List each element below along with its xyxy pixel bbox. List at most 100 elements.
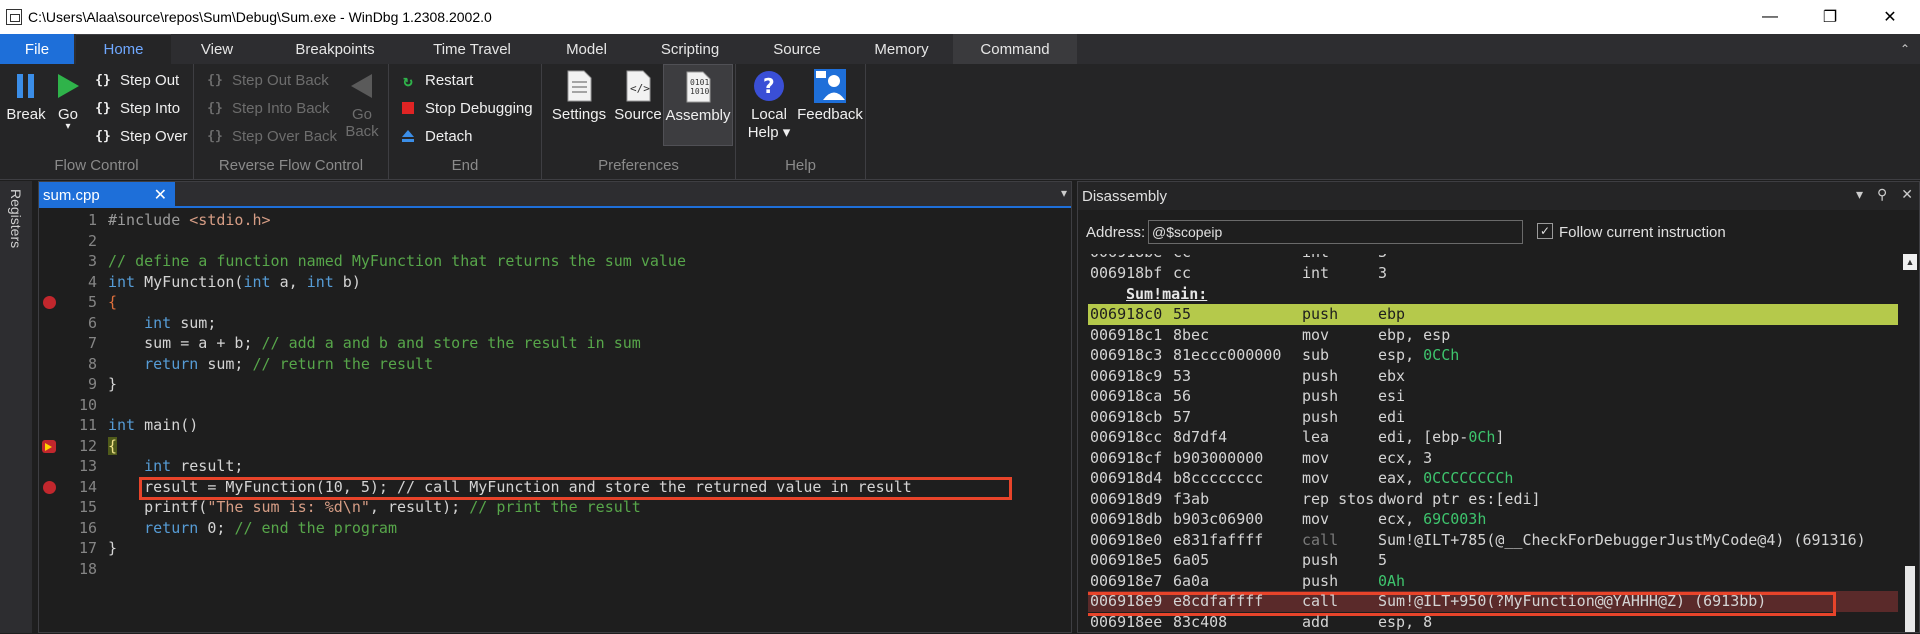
asm-row[interactable]: 006918cf b903000000 mov ecx, 3 [1088,448,1898,469]
asm-row[interactable]: 006918beccint3 [1088,254,1898,263]
follow-instruction-label: Follow current instruction [1559,224,1726,241]
group-label: Help [785,157,816,174]
code-editor[interactable]: 1 #include <stdio.h> 2 3// define a funct… [39,210,1071,579]
source-code-icon: </> [622,70,654,102]
window-title: C:\Users\Alaa\source\repos\Sum\Debug\Sum… [28,9,492,25]
tab-time-travel[interactable]: Time Travel [407,34,537,64]
code-line: 3// define a function named MyFunction t… [87,252,686,270]
go-dropdown-icon[interactable]: ▾ [65,122,70,132]
code-line: 2 [87,231,97,250]
step-out-button[interactable]: {} Step Out [94,68,179,92]
source-button[interactable]: </> Source [610,64,666,123]
code-line: 10 [78,395,97,414]
pane-menu-dropdown-icon[interactable]: ▾ [1856,186,1863,203]
address-label: Address: [1086,224,1146,241]
step-into-back-button[interactable]: {} Step Into Back [206,96,329,120]
feedback-button[interactable]: Feedback [796,64,864,123]
asm-row[interactable]: 006918db b903c06900 mov ecx, 69C003h [1088,509,1898,530]
disassembly-listing[interactable]: 006918beccint3 006918bfccint3 Sum!main: … [1088,254,1898,634]
tab-model[interactable]: Model [537,34,636,64]
asm-row[interactable]: 006918cc 8d7df4 lea edi, [ebp-0Ch] [1088,427,1898,448]
svg-text:0101: 0101 [690,78,709,87]
asm-row[interactable]: 006918ee 83c408 add esp, 8 [1088,612,1898,633]
tab-home[interactable]: Home [76,34,171,64]
source-tab-strip: sum.cpp ✕ ▾ [39,182,1071,208]
group-label: Preferences [598,157,679,174]
address-input[interactable] [1148,220,1523,244]
maximize-button[interactable]: ❐ [1800,0,1860,34]
follow-instruction-checkbox[interactable]: ✓ [1537,223,1553,239]
asm-row[interactable]: 006918e7 6a0a push 0Ah [1088,571,1898,592]
tab-list-dropdown-icon[interactable]: ▾ [1061,186,1067,200]
settings-button[interactable]: Settings [550,64,608,123]
tab-view[interactable]: View [171,34,263,64]
svg-text:1010: 1010 [690,87,709,96]
asm-row[interactable]: 006918c1 8bec mov ebp, esp [1088,325,1898,346]
asm-row[interactable]: 006918e5 6a05 push 5 [1088,550,1898,571]
step-out-back-button[interactable]: {} Step Out Back [206,68,329,92]
registers-tab[interactable]: Registers [8,189,24,248]
stop-debugging-button[interactable]: Stop Debugging [399,96,533,120]
scroll-up-icon[interactable]: ▲ [1903,254,1917,270]
asm-row[interactable]: 006918bf cc int 3 [1088,263,1898,284]
step-over-button[interactable]: {} Step Over [94,124,187,148]
step-over-icon: {} [95,128,111,144]
assembly-button[interactable]: 0101 1010 Assembly [663,64,733,146]
asm-row[interactable]: 006918d4 b8cccccccc mov eax, 0CCCCCCCCh [1088,468,1898,489]
step-over-back-button[interactable]: {} Step Over Back [206,124,337,148]
code-line: 13 int result; [78,457,244,475]
play-icon [52,70,84,102]
asm-row-current[interactable]: 006918c0 55 push ebp [1088,304,1898,325]
tab-source[interactable]: Source [744,34,850,64]
code-line: 5{ [39,292,1071,313]
group-label: End [451,157,479,174]
disassembly-header: Disassembly ▾ ⚲ ✕ [1078,182,1919,210]
pause-icon [10,70,42,102]
local-help-button[interactable]: ? Local Help ▾ [744,64,794,141]
group-label: Reverse Flow Control [218,157,364,174]
breakpoint-icon[interactable] [43,480,56,494]
svg-text:</>: </> [630,82,650,95]
tab-file[interactable]: File [0,34,74,64]
tab-command[interactable]: Command [953,34,1077,64]
close-pane-icon[interactable]: ✕ [1901,186,1913,203]
feedback-person-icon [814,69,846,103]
asm-row[interactable]: 006918c9 53 push ebx [1088,366,1898,387]
tab-scripting[interactable]: Scripting [636,34,744,64]
asm-row[interactable]: 006918e0 e831faffff call Sum!@ILT+785(@__Ch… [1088,530,1898,551]
app-icon [6,9,22,25]
settings-document-icon [563,70,595,102]
asm-row[interactable]: 006918cb 57 push edi [1088,407,1898,428]
code-line: 8 return sum; // return the result [87,354,434,373]
close-tab-icon[interactable]: ✕ [154,185,167,205]
asm-row[interactable]: 006918d9 f3ab rep stos dword ptr es:[edi] [1088,489,1898,510]
tab-sum-cpp[interactable]: sum.cpp ✕ [39,182,175,208]
restart-button[interactable]: ↻ Restart [399,68,473,92]
current-instruction-arrow-icon [42,439,56,453]
step-over-back-icon: {} [207,128,223,144]
asm-row[interactable]: 006918c3 81eccc000000 sub esp, 0CCh [1088,345,1898,366]
close-button[interactable]: ✕ [1860,0,1920,34]
group-reverse-flow-control: {} Step Out Back {} Step Into Back {} St… [194,64,389,180]
group-flow-control: Break Go ▾ {} Step Out {} Step Into {} S… [0,64,194,180]
step-into-button[interactable]: {} Step Into [94,96,180,120]
code-line: 16 return 0; // end the program [78,518,397,537]
pin-icon[interactable]: ⚲ [1877,186,1887,203]
vertical-scrollbar[interactable]: ▲ [1903,254,1917,632]
asm-row-highlighted[interactable]: 006918e9 e8cdfaffff call Sum!@ILT+950(?MyFu… [1088,591,1898,616]
go-back-button[interactable]: Go Back [342,64,382,140]
minimize-button[interactable]: — [1740,0,1800,34]
go-button[interactable]: Go ▾ [50,64,86,132]
code-line: 4 int MyFunction(int a, int b) [87,272,361,291]
detach-button[interactable]: Detach [399,124,473,148]
asm-row[interactable]: 006918ca 56 push esi [1088,386,1898,407]
break-button[interactable]: Break [6,64,46,123]
collapse-ribbon-icon[interactable]: ⌃ [1900,42,1910,56]
code-line: 11 int main() [78,416,199,434]
code-line: 12{ [39,436,1071,457]
tab-memory[interactable]: Memory [850,34,953,64]
tab-breakpoints[interactable]: Breakpoints [263,34,407,64]
scroll-thumb[interactable] [1905,566,1915,632]
breakpoint-icon[interactable] [43,296,56,309]
eject-icon [399,127,417,145]
